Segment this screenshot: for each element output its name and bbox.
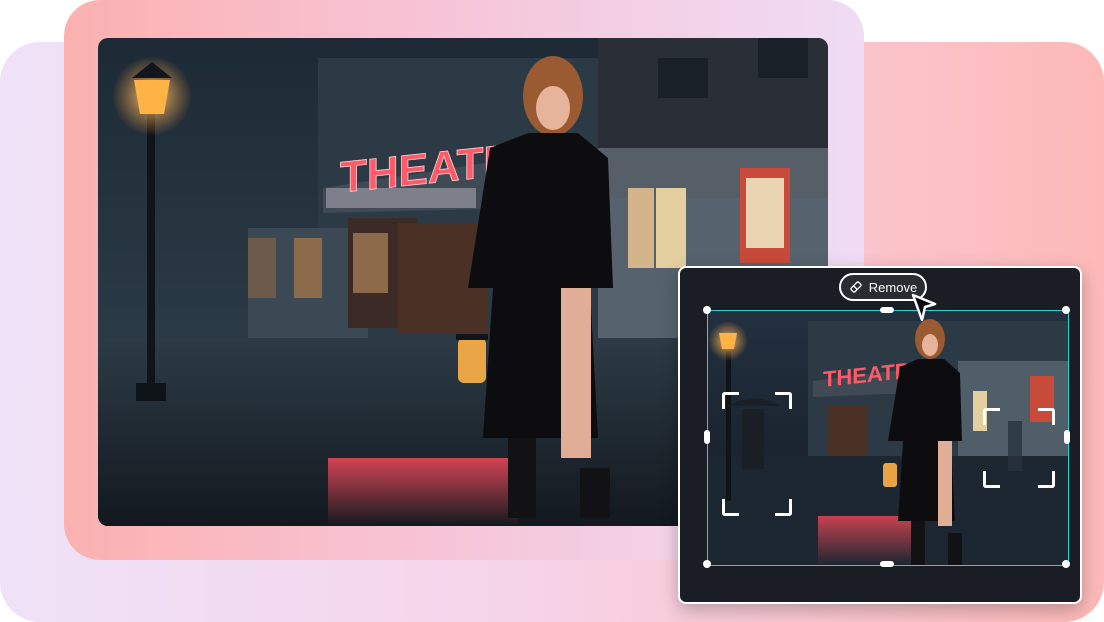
resize-handle-top-left[interactable]: [703, 306, 711, 314]
eraser-icon: [850, 281, 862, 293]
detected-object-marker-left[interactable]: [722, 392, 792, 516]
resize-handle-top[interactable]: [880, 307, 894, 313]
pointer-cursor-icon: [911, 293, 937, 322]
object-removal-panel: THEATRE Remove: [678, 266, 1082, 604]
resize-handle-bottom-left[interactable]: [703, 560, 711, 568]
resize-handle-top-right[interactable]: [1062, 306, 1070, 314]
detected-object-marker-right[interactable]: [983, 408, 1055, 488]
resize-handle-bottom[interactable]: [880, 561, 894, 567]
resize-handle-right[interactable]: [1064, 430, 1070, 444]
resize-handle-bottom-right[interactable]: [1062, 560, 1070, 568]
resize-handle-left[interactable]: [704, 430, 710, 444]
